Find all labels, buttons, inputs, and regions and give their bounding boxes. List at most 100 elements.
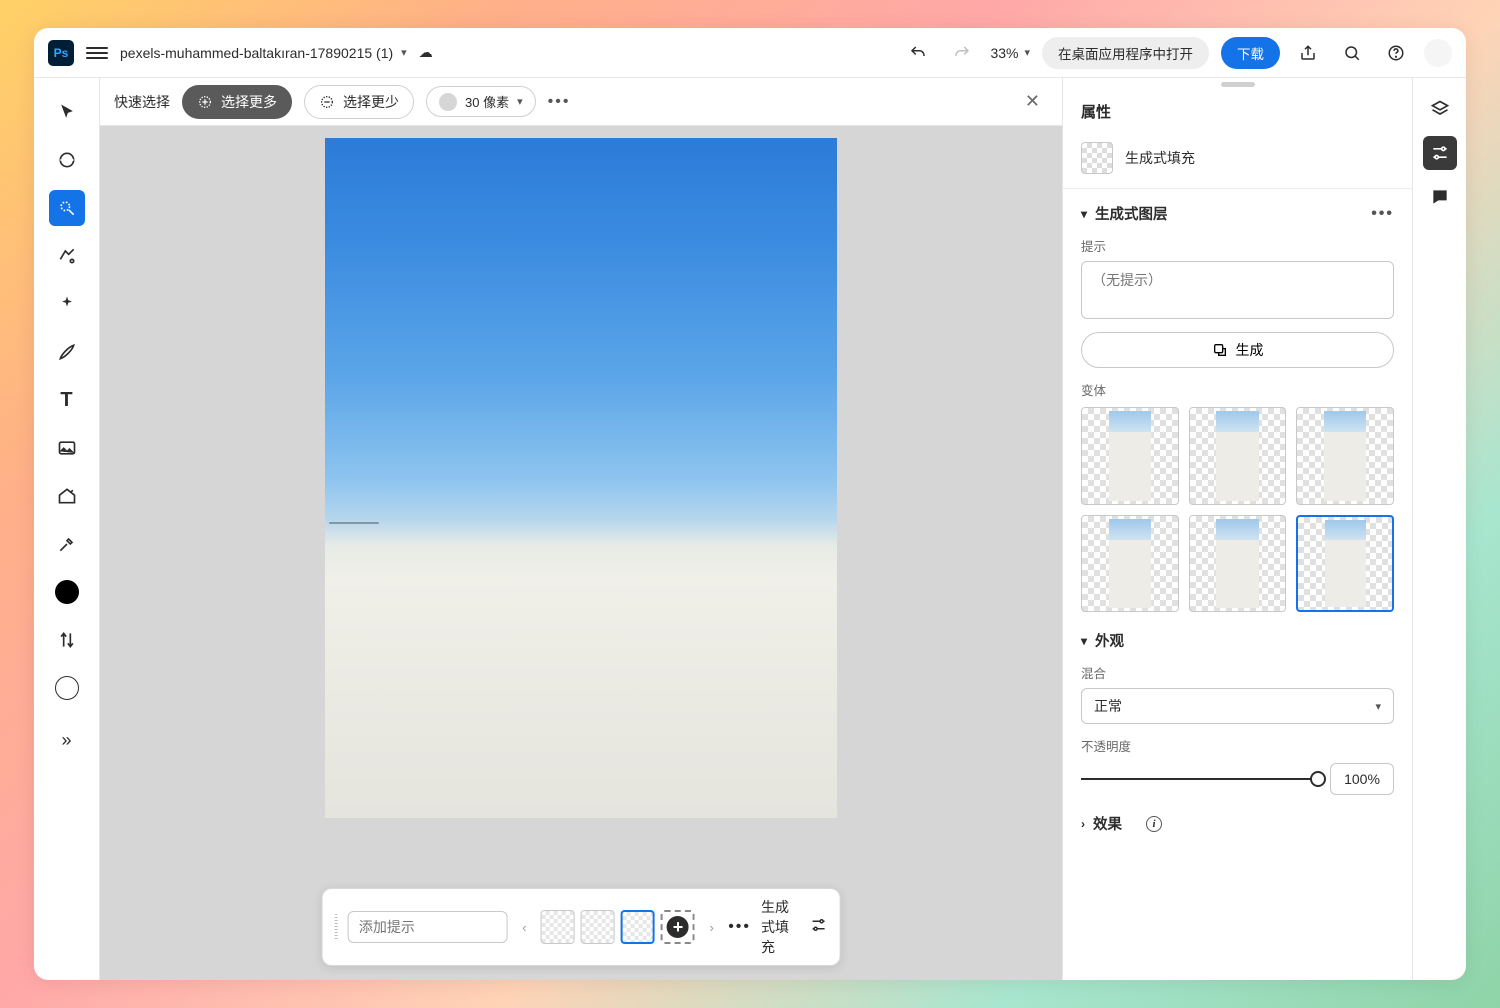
- variant-tile[interactable]: [1189, 515, 1287, 613]
- download-button[interactable]: 下载: [1221, 37, 1280, 69]
- quick-select-tool-icon[interactable]: [49, 190, 85, 226]
- select-less-label: 选择更少: [343, 92, 399, 112]
- chevron-right-icon: ›: [1081, 817, 1085, 831]
- brush-preview-icon: [439, 93, 457, 111]
- redo-button[interactable]: [946, 37, 978, 69]
- chevron-down-icon: ▾: [401, 46, 407, 59]
- cloud-icon[interactable]: ☁: [419, 44, 433, 61]
- generate-icon: [1212, 342, 1228, 358]
- filename-text: pexels-muhammed-baltakıran-17890215 (1): [120, 45, 393, 61]
- variants-label: 变体: [1081, 380, 1394, 399]
- variant-tile[interactable]: [1189, 407, 1287, 505]
- prev-variant-icon[interactable]: ‹: [518, 920, 531, 935]
- properties-title: 属性: [1063, 95, 1412, 134]
- options-bar: 快速选择 选择更多 选择更少 30 像素 ▾ ••• ✕: [100, 78, 1062, 126]
- layer-type-row: 生成式填充: [1063, 134, 1412, 189]
- top-bar: Ps pexels-muhammed-baltakıran-17890215 (…: [34, 28, 1466, 78]
- select-more-button[interactable]: 选择更多: [182, 85, 292, 119]
- more-tools-icon[interactable]: »: [49, 722, 85, 758]
- opacity-value[interactable]: 100%: [1330, 763, 1394, 795]
- chevron-down-icon: ▾: [1081, 207, 1087, 221]
- left-toolbar: T »: [34, 78, 100, 980]
- document-canvas[interactable]: [325, 138, 837, 818]
- variant-tile[interactable]: [1081, 407, 1179, 505]
- panel-handle-icon[interactable]: [1221, 82, 1255, 87]
- variant-thumb[interactable]: [581, 910, 615, 944]
- undo-button[interactable]: [902, 37, 934, 69]
- appearance-title: 外观: [1095, 630, 1124, 651]
- section-more-icon[interactable]: •••: [1371, 205, 1394, 223]
- canvas-area[interactable]: ‹ + › ••• 生成式填充: [100, 126, 1062, 980]
- blend-label: 混合: [1081, 663, 1394, 682]
- remove-tool-icon[interactable]: [49, 238, 85, 274]
- right-rail: [1412, 78, 1466, 980]
- background-color-swatch[interactable]: [49, 670, 85, 706]
- opacity-slider[interactable]: [1081, 778, 1318, 780]
- slider-thumb-icon[interactable]: [1310, 771, 1326, 787]
- generate-label: 生成: [1236, 340, 1264, 360]
- generative-layer-header[interactable]: ▾ 生成式图层 •••: [1081, 203, 1394, 224]
- canvas-column: 快速选择 选择更多 选择更少 30 像素 ▾ ••• ✕: [100, 78, 1062, 980]
- document-title[interactable]: pexels-muhammed-baltakıran-17890215 (1) …: [120, 45, 407, 61]
- prompt-field-label: 提示: [1081, 236, 1394, 255]
- generative-layer-title: 生成式图层: [1095, 203, 1168, 224]
- generative-fill-label[interactable]: 生成式填充: [761, 897, 799, 957]
- contextual-taskbar: ‹ + › ••• 生成式填充: [322, 888, 841, 966]
- share-icon[interactable]: [1292, 37, 1324, 69]
- chevron-down-icon: ▾: [1024, 46, 1030, 59]
- generative-tool-icon[interactable]: [49, 478, 85, 514]
- adjustments-icon[interactable]: [809, 916, 827, 939]
- brush-tool-icon[interactable]: [49, 334, 85, 370]
- app-window: Ps pexels-muhammed-baltakıran-17890215 (…: [34, 28, 1466, 980]
- generate-button[interactable]: 生成: [1081, 332, 1394, 368]
- taskbar-more-icon[interactable]: •••: [728, 918, 751, 936]
- brush-size-value: 30 像素: [465, 92, 509, 111]
- effects-header[interactable]: › 效果 i: [1081, 813, 1394, 834]
- zoom-value: 33%: [990, 45, 1018, 61]
- opacity-label: 不透明度: [1081, 736, 1394, 755]
- properties-panel-icon[interactable]: [1423, 136, 1457, 170]
- photoshop-logo-icon: Ps: [48, 40, 74, 66]
- foreground-color-swatch[interactable]: [49, 574, 85, 610]
- variant-thumb[interactable]: [541, 910, 575, 944]
- brush-size-dropdown[interactable]: 30 像素 ▾: [426, 86, 536, 117]
- layer-type-label: 生成式填充: [1125, 148, 1195, 168]
- layer-thumbnail-icon: [1081, 142, 1113, 174]
- transform-tool-icon[interactable]: [49, 142, 85, 178]
- select-less-button[interactable]: 选择更少: [304, 85, 414, 119]
- zoom-dropdown[interactable]: 33% ▾: [990, 45, 1030, 61]
- open-in-desktop-button[interactable]: 在桌面应用程序中打开: [1042, 37, 1209, 69]
- drag-grip-icon[interactable]: [335, 914, 338, 940]
- eyedropper-tool-icon[interactable]: [49, 526, 85, 562]
- swap-colors-icon[interactable]: [49, 622, 85, 658]
- text-tool-icon[interactable]: T: [49, 382, 85, 418]
- effects-title: 效果: [1093, 813, 1122, 834]
- appearance-header[interactable]: ▾ 外观: [1081, 630, 1394, 651]
- prompt-textarea[interactable]: [1081, 261, 1394, 319]
- properties-panel: 属性 生成式填充 ▾ 生成式图层 ••• 提示 生成 变体: [1062, 78, 1412, 980]
- variant-thumb-selected[interactable]: [621, 910, 655, 944]
- variant-tile[interactable]: [1081, 515, 1179, 613]
- add-variant-button[interactable]: +: [661, 910, 695, 944]
- sparkle-tool-icon[interactable]: [49, 286, 85, 322]
- variant-tile-selected[interactable]: [1296, 515, 1394, 613]
- image-tool-icon[interactable]: [49, 430, 85, 466]
- layers-panel-icon[interactable]: [1423, 92, 1457, 126]
- user-avatar[interactable]: [1424, 39, 1452, 67]
- blend-value: 正常: [1094, 696, 1122, 716]
- search-icon[interactable]: [1336, 37, 1368, 69]
- move-tool-icon[interactable]: [49, 94, 85, 130]
- help-icon[interactable]: [1380, 37, 1412, 69]
- close-options-icon[interactable]: ✕: [1017, 87, 1048, 116]
- hamburger-menu-icon[interactable]: [86, 47, 108, 59]
- comments-panel-icon[interactable]: [1423, 180, 1457, 214]
- blend-mode-select[interactable]: 正常 ▾: [1081, 688, 1394, 724]
- next-variant-icon[interactable]: ›: [705, 920, 718, 935]
- options-more-icon[interactable]: •••: [548, 93, 571, 111]
- chevron-down-icon: ▾: [1375, 700, 1381, 713]
- quick-select-label: 快速选择: [114, 92, 170, 112]
- variant-tile[interactable]: [1296, 407, 1394, 505]
- chevron-down-icon: ▾: [1081, 634, 1087, 648]
- info-icon[interactable]: i: [1146, 816, 1162, 832]
- prompt-input[interactable]: [348, 911, 508, 943]
